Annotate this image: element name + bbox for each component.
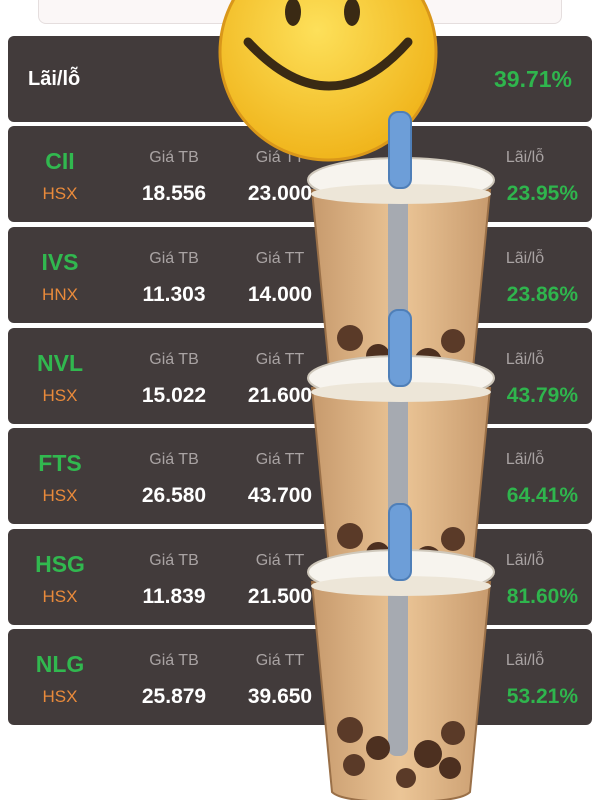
profit-loss-header: Lãi/lỗ [505, 149, 545, 166]
exchange: HSX [42, 486, 78, 505]
profit-loss-value: 53.21% [506, 685, 578, 708]
avg-price-header: Giá TB [149, 351, 199, 368]
profit-loss-header: Lãi/lỗ [505, 250, 545, 267]
exchange: HSX [42, 687, 78, 706]
market-price-header: Giá TT [255, 149, 305, 166]
market-price-header: Giá TT [255, 451, 305, 468]
ticker: NLG [35, 651, 85, 677]
avg-price-header: Giá TB [149, 552, 199, 569]
avg-price-header: Giá TB [149, 250, 199, 267]
market-price-header: Giá TT [255, 552, 305, 569]
market-price-value: 23.000 [247, 182, 313, 205]
top-panel-edge [38, 0, 562, 24]
profit-loss-header: Lãi/lỗ [505, 552, 545, 569]
avg-price-value: 11.839 [142, 585, 206, 608]
exchange: HSX [42, 184, 78, 203]
stock-card-cii[interactable]: CII HSX Giá TB 18.556 Giá TT 23.000 Lãi/… [8, 126, 592, 222]
avg-price-value: 25.879 [141, 685, 207, 708]
portfolio-summary-card: Lãi/lỗ 39.71% [8, 36, 592, 122]
market-price-value: 39.650 [247, 685, 313, 708]
profit-loss-header: Lãi/lỗ [505, 351, 545, 368]
ticker: NVL [37, 350, 83, 376]
market-price-header: Giá TT [255, 250, 305, 267]
avg-price-header: Giá TB [149, 451, 199, 468]
stock-card-nvl[interactable]: NVL HSX Giá TB 15.022 Giá TT 21.600 Lãi/… [8, 328, 592, 424]
exchange: HSX [42, 386, 78, 405]
profit-loss-value: 64.41% [506, 484, 578, 507]
market-price-value: 14.000 [247, 283, 313, 306]
ticker: CII [45, 148, 75, 174]
market-price-value: 21.600 [247, 384, 313, 407]
exchange: HNX [42, 285, 78, 304]
exchange: HSX [42, 587, 78, 606]
market-price-value: 43.700 [247, 484, 313, 507]
profit-loss-header: Lãi/lỗ [505, 652, 545, 669]
profit-loss-value: 23.86% [506, 283, 578, 306]
avg-price-value: 26.580 [141, 484, 207, 507]
avg-price-value: 11.303 [142, 283, 206, 306]
ticker: IVS [41, 249, 79, 275]
avg-price-value: 18.556 [141, 182, 207, 205]
stock-card-nlg[interactable]: NLG HSX Giá TB 25.879 Giá TT 39.650 Lãi/… [8, 629, 592, 725]
market-price-header: Giá TT [255, 652, 305, 669]
profit-loss-header: Lãi/lỗ [505, 451, 545, 468]
market-price-header: Giá TT [255, 351, 305, 368]
stock-card-ivs[interactable]: IVS HNX Giá TB 11.303 Giá TT 14.000 Lãi/… [8, 227, 592, 323]
profit-loss-value: 43.79% [506, 384, 578, 407]
ticker: HSG [35, 551, 85, 577]
avg-price-header: Giá TB [149, 652, 199, 669]
profit-loss-value: 23.95% [506, 182, 578, 205]
profit-loss-value: 81.60% [506, 585, 578, 608]
market-price-value: 21.500 [247, 585, 313, 608]
stock-card-fts[interactable]: FTS HSX Giá TB 26.580 Giá TT 43.700 Lãi/… [8, 428, 592, 524]
summary-profit-value: 39.71% [493, 66, 572, 92]
summary-label: Lãi/lỗ [28, 68, 81, 90]
avg-price-header: Giá TB [149, 149, 199, 166]
stock-card-hsg[interactable]: HSG HSX Giá TB 11.839 Giá TT 21.500 Lãi/… [8, 529, 592, 625]
ticker: FTS [38, 450, 82, 476]
avg-price-value: 15.022 [141, 384, 207, 407]
